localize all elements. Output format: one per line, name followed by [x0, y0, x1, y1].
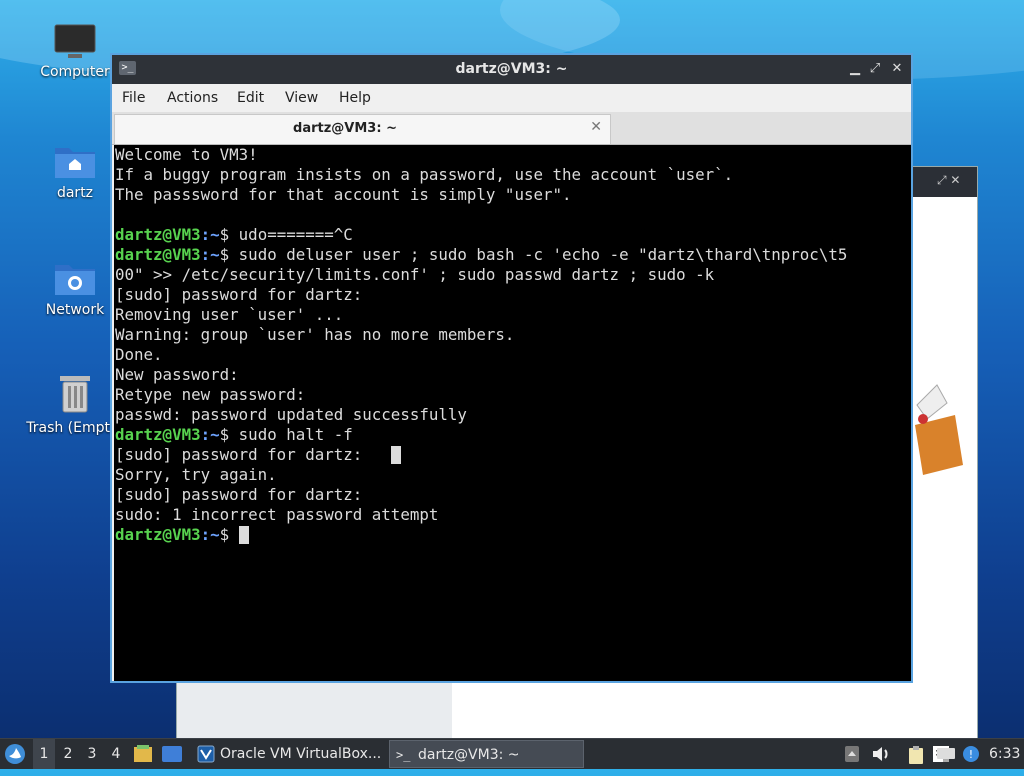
prompt-path: ~: [210, 425, 220, 444]
virtualbox-icon: [197, 745, 215, 763]
menubar: File Actions Edit View Help: [112, 84, 911, 112]
home-folder-icon: [54, 143, 96, 179]
prompt-dollar: $: [219, 245, 239, 264]
start-menu-button[interactable]: [4, 739, 28, 769]
terminal-output[interactable]: Welcome to VM3! If a buggy program insis…: [114, 145, 911, 681]
prompt-colon: :: [200, 425, 211, 444]
menu-actions[interactable]: Actions: [167, 90, 218, 106]
prompt-colon: :: [200, 525, 211, 544]
menu-help[interactable]: Help: [339, 90, 371, 106]
tab-close-icon[interactable]: ✕: [590, 119, 602, 135]
prompt-user: dartz@VM3: [115, 225, 201, 244]
terminal-line: [sudo] password for dartz:: [115, 485, 363, 504]
terminal-prompt-line: dartz@VM3:~$ sudo deluser user ; sudo ba…: [114, 245, 911, 265]
trash-icon: [54, 374, 96, 414]
tab-label: dartz@VM3: ~: [293, 121, 397, 136]
terminal-line: passwd: password updated successfully: [115, 405, 467, 424]
terminal-prompt-line: dartz@VM3:~$ udo=======^C: [114, 225, 911, 245]
terminal-prompt-line: dartz@VM3:~$ sudo halt -f: [114, 425, 911, 445]
prompt-colon: :: [200, 225, 211, 244]
terminal-line: If a buggy program insists on a password…: [115, 165, 734, 184]
terminal-cursor: [238, 526, 249, 544]
window-title: dartz@VM3: ~: [455, 61, 568, 77]
prompt-user: dartz@VM3: [115, 425, 201, 444]
show-desktop-icon: [162, 746, 182, 762]
menu-edit[interactable]: Edit: [237, 90, 264, 106]
terminal-line: sudo: 1 incorrect password attempt: [115, 505, 439, 524]
terminal-prompt-line: dartz@VM3:~$: [114, 525, 911, 545]
task-label: dartz@VM3: ~: [418, 747, 520, 763]
desktop: Computer dartz Network Trash (Empty) ⤢ ✕…: [0, 0, 1024, 740]
terminal-window[interactable]: >_ dartz@VM3: ~ ▁ ⤢ ✕ File Actions Edit …: [110, 53, 913, 683]
tab-bar: dartz@VM3: ~ ✕: [112, 112, 911, 145]
prompt-user: dartz@VM3: [115, 245, 201, 264]
show-desktop-button[interactable]: [161, 739, 185, 769]
menu-file[interactable]: File: [122, 90, 145, 106]
prompt-path: ~: [210, 225, 220, 244]
network-folder-icon: [54, 260, 96, 296]
volume-icon[interactable]: [871, 745, 889, 763]
network-status-icon[interactable]: [935, 745, 959, 763]
file-manager-icon: [134, 745, 152, 762]
clipboard-icon[interactable]: [907, 745, 925, 764]
tray-scroll-up-icon[interactable]: [844, 745, 862, 763]
tab-terminal[interactable]: dartz@VM3: ~ ✕: [114, 114, 611, 144]
terminal-task-icon: >_: [396, 748, 411, 762]
updates-icon[interactable]: !: [962, 745, 980, 763]
workspace-4[interactable]: 4: [105, 739, 127, 769]
terminal-line: [sudo] password for dartz:: [114, 445, 911, 465]
terminal-line: Removing user `user' ...: [115, 305, 344, 324]
background-window-controls[interactable]: ⤢ ✕: [937, 173, 960, 188]
workspace-3[interactable]: 3: [81, 739, 103, 769]
terminal-line: [sudo] password for dartz:: [115, 285, 363, 304]
maximize-button[interactable]: ⤢: [867, 60, 883, 78]
computer-icon: [54, 24, 96, 58]
task-label: Oracle VM VirtualBox...: [220, 746, 382, 762]
taskbar: 1 2 3 4 Oracle VM VirtualBox... >_ dartz…: [0, 738, 1024, 769]
close-button[interactable]: ✕: [889, 60, 905, 78]
svg-text:!: !: [969, 748, 973, 761]
clock[interactable]: 6:33: [989, 739, 1021, 769]
sudo-password-prompt: [sudo] password for dartz:: [115, 445, 391, 464]
file-manager-launcher[interactable]: [133, 739, 155, 769]
terminal-line: New password:: [115, 365, 239, 384]
prompt-path: ~: [210, 525, 220, 544]
command-text: udo=======^C: [238, 225, 353, 244]
toolbox-illustration: [915, 375, 965, 475]
workspace-1[interactable]: 1: [33, 739, 55, 769]
prompt-path: ~: [210, 245, 220, 264]
terminal-line: 00" >> /etc/security/limits.conf' ; sudo…: [115, 265, 715, 284]
task-terminal[interactable]: >_ dartz@VM3: ~: [389, 740, 584, 768]
prompt-dollar: $: [219, 525, 239, 544]
terminal-line: Done.: [115, 345, 163, 364]
prompt-colon: :: [200, 245, 211, 264]
task-virtualbox[interactable]: Oracle VM VirtualBox...: [192, 740, 383, 768]
command-text: sudo deluser user ; sudo bash -c 'echo -…: [238, 245, 848, 264]
terminal-line: Retype new password:: [115, 385, 306, 404]
menu-view[interactable]: View: [285, 90, 318, 106]
terminal-line: The passsword for that account is simply…: [115, 185, 572, 204]
prompt-user: dartz@VM3: [115, 525, 201, 544]
prompt-dollar: $: [219, 425, 239, 444]
prompt-dollar: $: [219, 225, 239, 244]
minimize-button[interactable]: ▁: [847, 60, 863, 78]
terminal-titlebar[interactable]: >_ dartz@VM3: ~ ▁ ⤢ ✕: [112, 55, 911, 84]
terminal-line: Sorry, try again.: [115, 465, 277, 484]
terminal-line: Warning: group `user' has no more member…: [115, 325, 515, 344]
workspace-2[interactable]: 2: [57, 739, 79, 769]
terminal-line: Welcome to VM3!: [115, 145, 258, 164]
lxqt-logo-icon: [5, 744, 25, 764]
command-text: sudo halt -f: [238, 425, 353, 444]
stale-cursor-block: [390, 446, 401, 464]
